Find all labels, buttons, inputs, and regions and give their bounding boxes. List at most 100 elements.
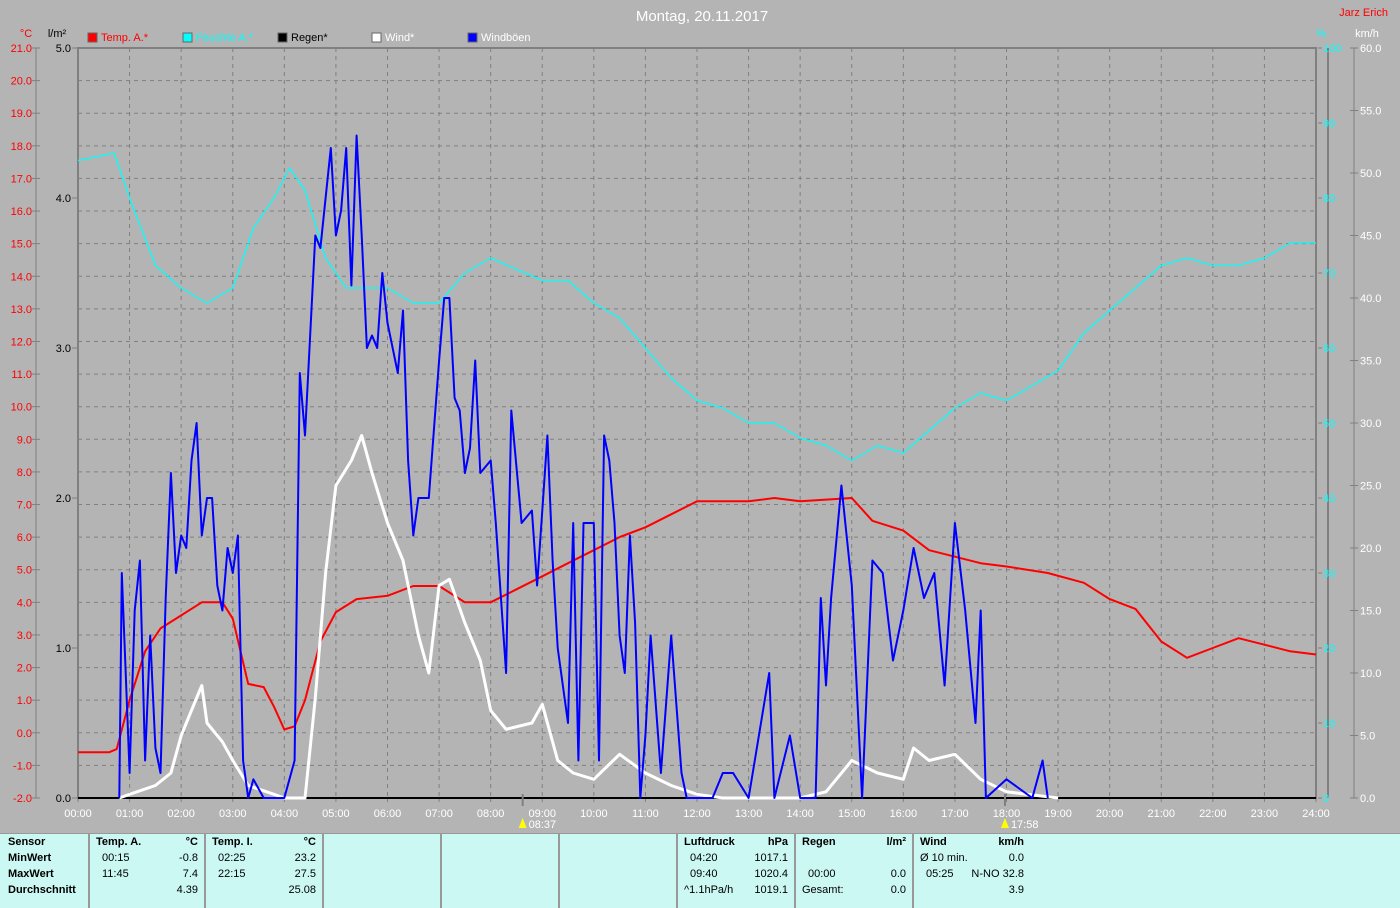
wind-tick-label: 0.0 [1360,793,1375,805]
x-tick-label: 01:00 [116,808,144,820]
pressure-header: Luftdruck [684,836,735,848]
author-label: Jarz Erich [1339,7,1388,19]
temp-tick-label: 9.0 [17,434,32,446]
temp-tick-label: 8.0 [17,467,32,479]
temp-tick-label: 17.0 [11,173,32,185]
x-tick-label: 12:00 [683,808,711,820]
temp-i-min: 23.2 [294,852,316,864]
temp-tick-label: 1.0 [17,695,32,707]
rain-tick-label: 5.0 [56,43,71,55]
x-tick-label: 00:00 [64,808,92,820]
legend-swatch [87,32,98,43]
temp-a-max-time: 11:45 [102,868,129,880]
wind-avg10-label: Ø 10 min. [920,852,968,864]
wind-axis-label: km/h [1355,28,1379,40]
x-tick-label: 10:00 [580,808,608,820]
x-tick-label: 05:00 [322,808,350,820]
hum-tick-label: 40 [1323,493,1335,505]
pressure-min-time: 04:20 [690,852,718,864]
hum-tick-label: 0 [1323,793,1329,805]
rain-total: 0.0 [890,884,906,896]
temp-a-min-time: 00:15 [102,852,130,864]
x-tick-label: 07:00 [425,808,453,820]
temp-tick-label: 7.0 [17,500,32,512]
wind-tick-label: 35.0 [1360,356,1381,368]
rain-header: Regen [802,836,836,848]
wind-tick-label: 25.0 [1360,481,1381,493]
sunrise-icon [518,818,527,828]
temp-i-column: Temp. I. °C 02:25 23.2 22:15 27.5 25.08 [206,834,324,908]
temp-i-avg: 25.08 [288,884,316,896]
temp-i-min-time: 02:25 [218,852,246,864]
x-tick-label: 14:00 [786,808,814,820]
series-line-windben [118,134,1049,799]
x-tick-label: 03:00 [219,808,247,820]
wind-avg: 3.9 [1008,884,1024,896]
temp-a-max: 7.4 [182,868,198,880]
x-tick-label: 13:00 [735,808,763,820]
x-tick-label: 20:00 [1096,808,1124,820]
wind-tick-label: 30.0 [1360,418,1381,430]
weather-chart: Montag, 20.11.2017 Jarz Erich °C l/m² % … [11,7,1388,831]
temp-a-avg: 4.39 [176,884,198,896]
temp-tick-label: -1.0 [13,760,32,772]
temp-tick-label: 14.0 [11,271,32,283]
rain-unit: l/m² [886,836,906,848]
x-tick-label: 23:00 [1251,808,1279,820]
pressure-column: Luftdruck hPa 04:20 1017.1 09:40 1020.4 ^1.… [678,834,796,908]
pressure-unit: hPa [767,836,788,848]
temp-tick-label: 21.0 [11,43,32,55]
rain-total-label: Gesamt: [802,884,844,896]
x-tick-label: 06:00 [374,808,402,820]
pressure-min: 1017.1 [754,852,788,864]
legend-label: Temp. A.* [101,32,149,44]
empty-column [560,834,678,908]
temp-tick-label: 19.0 [11,108,32,120]
legend-swatch [467,32,478,43]
series-line-wind [118,434,1059,800]
rain-tick-label: 3.0 [56,343,71,355]
sensor-header: Sensor [8,836,46,848]
wind-avg10: 0.0 [1008,852,1024,864]
hum-tick-label: 100 [1323,43,1341,55]
legend-label: Windböen [481,32,531,44]
x-tick-label: 21:00 [1147,808,1175,820]
hum-tick-label: 60 [1323,343,1335,355]
temp-tick-label: 16.0 [11,206,32,218]
hum-tick-label: 80 [1323,193,1335,205]
minwert-label: MinWert [8,852,52,864]
wind-tick-label: 55.0 [1360,106,1381,118]
pressure-current: 1019.1 [754,884,788,896]
hum-tick-label: 30 [1323,568,1335,580]
rain-tick-label: 4.0 [56,193,71,205]
legend-label: Feuchte A.* [196,32,254,44]
wind-tick-label: 20.0 [1360,543,1381,555]
rain-tick-label: 2.0 [56,493,71,505]
sunset-time: 17:58 [1011,819,1039,831]
temp-a-header: Temp. A. [96,836,142,848]
pressure-max: 1020.4 [754,868,788,880]
rain-value: 0.0 [890,868,906,880]
hum-tick-label: 20 [1323,643,1335,655]
temp-tick-label: 4.0 [17,597,32,609]
x-tick-label: 02:00 [167,808,195,820]
wind-tick-label: 15.0 [1360,606,1381,618]
x-tick-label: 11:00 [632,808,659,820]
legend-swatch [371,32,382,43]
temp-i-max: 27.5 [294,868,316,880]
temp-tick-label: 18.0 [11,141,32,153]
wind-tick-label: 40.0 [1360,293,1381,305]
wind-column: Wind km/h Ø 10 min. 0.0 05:25 N-NO 32.8 3.9 [914,834,1030,908]
x-tick-label: 08:00 [477,808,505,820]
legend-swatch [182,32,193,43]
temp-tick-label: -2.0 [13,793,32,805]
temp-tick-label: 13.0 [11,304,32,316]
wind-tick-label: 50.0 [1360,168,1381,180]
legend-label: Regen* [291,32,328,44]
temp-axis-label: °C [20,28,32,40]
temp-tick-label: 0.0 [17,728,32,740]
wind-unit: km/h [998,836,1024,848]
rain-column: Regen l/m² 00:00 0.0 Gesamt: 0.0 [796,834,914,908]
x-tick-label: 24:00 [1302,808,1330,820]
temp-i-header: Temp. I. [212,836,253,848]
